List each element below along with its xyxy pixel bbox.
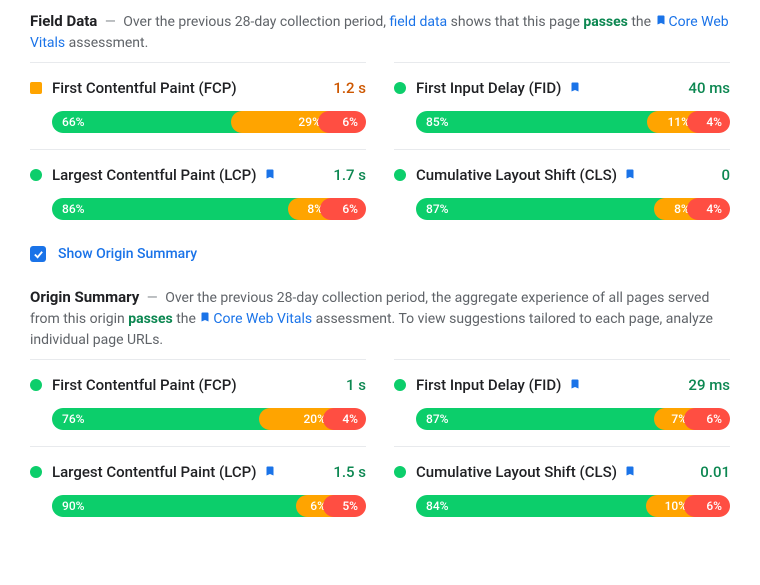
metric-lcp: Largest Contentful Paint (LCP) 1.7 s 86%… bbox=[30, 149, 366, 236]
field-passes: passes bbox=[583, 14, 628, 30]
metric-name: Cumulative Layout Shift (CLS) bbox=[416, 166, 711, 184]
seg-good: 87% bbox=[416, 198, 665, 220]
origin-blurb-mid: the bbox=[173, 311, 200, 327]
bookmark-icon bbox=[565, 378, 580, 394]
metric-name: First Contentful Paint (FCP) bbox=[52, 79, 323, 97]
bookmark-icon bbox=[260, 168, 275, 184]
metric-value: 29 ms bbox=[688, 376, 730, 394]
bookmark-icon bbox=[621, 465, 636, 481]
status-square-icon bbox=[30, 82, 42, 94]
metric-value: 40 ms bbox=[688, 79, 730, 97]
seg-good: 86% bbox=[52, 198, 299, 220]
metric-lcp: Largest Contentful Paint (LCP) 1.5 s 90%… bbox=[30, 446, 366, 533]
seg-good: 66% bbox=[52, 111, 242, 133]
metric-fcp: First Contentful Paint (FCP) 1.2 s 66% 2… bbox=[30, 62, 366, 149]
metric-value: 1 s bbox=[346, 376, 366, 394]
seg-good: 76% bbox=[52, 408, 270, 430]
seg-bad: 6% bbox=[684, 408, 730, 430]
seg-bad: 4% bbox=[323, 408, 366, 430]
metric-name: Cumulative Layout Shift (CLS) bbox=[416, 463, 690, 481]
seg-bad: 6% bbox=[318, 111, 366, 133]
distribution-bar: 84% 10% 6% bbox=[416, 495, 730, 517]
status-dot-icon bbox=[30, 169, 42, 181]
dash: — bbox=[147, 290, 158, 306]
distribution-bar: 87% 7% 6% bbox=[416, 408, 730, 430]
bookmark-icon bbox=[199, 311, 211, 327]
metric-cls: Cumulative Layout Shift (CLS) 0.01 84% 1… bbox=[394, 446, 730, 533]
bookmark-icon bbox=[565, 81, 580, 97]
show-origin-summary-label: Show Origin Summary bbox=[58, 246, 197, 262]
field-metrics-grid: First Contentful Paint (FCP) 1.2 s 66% 2… bbox=[30, 62, 730, 236]
distribution-bar: 66% 29% 6% bbox=[52, 111, 366, 133]
bookmark-icon bbox=[621, 168, 636, 184]
field-blurb-post: the bbox=[628, 14, 655, 30]
field-data-header: Field Data — Over the previous 28-day co… bbox=[30, 10, 730, 54]
metric-value: 1.7 s bbox=[333, 166, 366, 184]
metric-name: First Input Delay (FID) bbox=[416, 79, 678, 97]
seg-bad: 6% bbox=[684, 495, 730, 517]
seg-bad: 4% bbox=[687, 198, 730, 220]
metric-name: First Input Delay (FID) bbox=[416, 376, 678, 394]
seg-good: 90% bbox=[52, 495, 307, 517]
distribution-bar: 86% 8% 6% bbox=[52, 198, 366, 220]
origin-summary-title: Origin Summary bbox=[30, 288, 139, 306]
field-data-title: Field Data bbox=[30, 12, 97, 30]
field-blurb-end: assessment. bbox=[65, 35, 148, 51]
dash: — bbox=[105, 14, 116, 30]
seg-bad: 6% bbox=[320, 198, 366, 220]
metric-name: Largest Contentful Paint (LCP) bbox=[52, 463, 323, 481]
field-blurb-pre: Over the previous 28-day collection peri… bbox=[123, 14, 389, 30]
status-dot-icon bbox=[30, 466, 42, 478]
field-blurb-mid: shows that this page bbox=[447, 14, 583, 30]
distribution-bar: 87% 8% 4% bbox=[416, 198, 730, 220]
seg-good: 84% bbox=[416, 495, 657, 517]
distribution-bar: 85% 11% 4% bbox=[416, 111, 730, 133]
metric-name: Largest Contentful Paint (LCP) bbox=[52, 166, 323, 184]
seg-mid: 29% bbox=[231, 111, 329, 133]
show-origin-summary-toggle[interactable]: Show Origin Summary bbox=[30, 236, 730, 286]
metric-fid: First Input Delay (FID) 40 ms 85% 11% 4% bbox=[394, 62, 730, 149]
bookmark-icon bbox=[655, 14, 667, 30]
metric-value: 1.2 s bbox=[333, 79, 366, 97]
origin-metrics-grid: First Contentful Paint (FCP) 1 s 76% 20%… bbox=[30, 359, 730, 533]
bookmark-icon bbox=[260, 465, 275, 481]
field-data-link[interactable]: field data bbox=[389, 14, 447, 30]
origin-passes: passes bbox=[128, 311, 173, 327]
distribution-bar: 76% 20% 4% bbox=[52, 408, 366, 430]
seg-bad: 5% bbox=[323, 495, 366, 517]
metric-fid: First Input Delay (FID) 29 ms 87% 7% 6% bbox=[394, 359, 730, 446]
status-dot-icon bbox=[394, 82, 406, 94]
seg-bad: 4% bbox=[687, 111, 730, 133]
metric-value: 1.5 s bbox=[333, 463, 366, 481]
seg-good: 85% bbox=[416, 111, 658, 133]
metric-value: 0.01 bbox=[700, 463, 730, 481]
status-dot-icon bbox=[394, 466, 406, 478]
cwv-link[interactable]: Core Web Vitals bbox=[213, 311, 312, 327]
metric-cls: Cumulative Layout Shift (CLS) 0 87% 8% 4… bbox=[394, 149, 730, 236]
distribution-bar: 90% 6% 5% bbox=[52, 495, 366, 517]
checkbox-checked-icon[interactable] bbox=[30, 246, 46, 262]
metric-value: 0 bbox=[721, 166, 730, 184]
seg-good: 87% bbox=[416, 408, 665, 430]
status-dot-icon bbox=[394, 169, 406, 181]
origin-summary-header: Origin Summary — Over the previous 28-da… bbox=[30, 286, 730, 351]
metric-name: First Contentful Paint (FCP) bbox=[52, 376, 336, 394]
status-dot-icon bbox=[30, 379, 42, 391]
status-dot-icon bbox=[394, 379, 406, 391]
metric-fcp: First Contentful Paint (FCP) 1 s 76% 20%… bbox=[30, 359, 366, 446]
